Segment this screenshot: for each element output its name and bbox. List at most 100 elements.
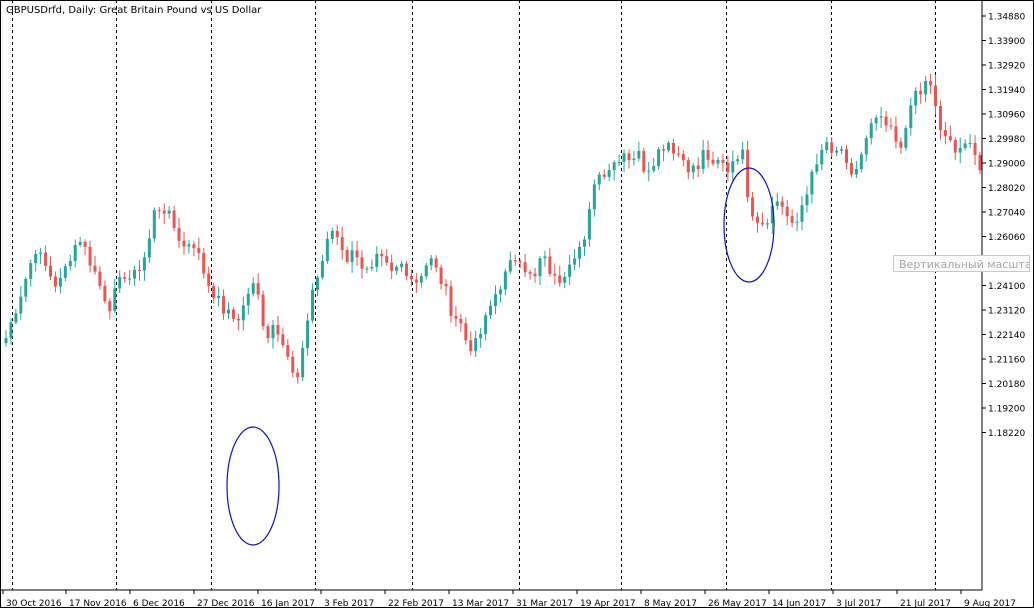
- candle-body: [469, 340, 473, 352]
- candle-body: [879, 116, 883, 118]
- candle-body: [493, 294, 497, 306]
- candle-body: [414, 279, 418, 283]
- candle-body: [686, 160, 690, 173]
- candle-body: [350, 250, 354, 263]
- candle-body: [345, 250, 349, 263]
- y-tick-label: 1.21160: [988, 356, 1025, 366]
- candle-body: [642, 151, 646, 172]
- x-tick-label: 22 Feb 2017: [388, 599, 444, 608]
- candle-body: [306, 320, 310, 349]
- candle-body: [133, 269, 137, 279]
- candle-body: [859, 154, 863, 169]
- candle-body: [830, 142, 834, 153]
- candle-body: [439, 267, 443, 284]
- candle-body: [840, 149, 844, 151]
- candle-body: [800, 205, 804, 222]
- candle-body: [404, 263, 408, 277]
- candle-body: [454, 315, 458, 319]
- candle-body: [533, 273, 537, 277]
- candle-body: [449, 286, 453, 316]
- y-tick-label: 1.31940: [988, 86, 1025, 96]
- candle-body: [212, 285, 216, 298]
- x-tick-label: 13 Mar 2017: [452, 599, 509, 608]
- candle-body: [592, 184, 596, 210]
- candle-body: [538, 258, 542, 277]
- candle-body: [409, 276, 413, 280]
- candle-body: [919, 90, 923, 95]
- candle-body: [671, 142, 675, 154]
- candle-body: [14, 313, 18, 323]
- annotation-layer: [226, 167, 775, 546]
- y-tick-label: 1.19200: [988, 405, 1025, 415]
- candle-body: [58, 277, 62, 287]
- x-tick-label: 8 May 2017: [644, 599, 697, 608]
- candle-body: [53, 276, 57, 287]
- candle-body: [266, 326, 270, 339]
- candle-body: [929, 80, 933, 86]
- annotation-ellipse: [226, 426, 280, 546]
- candle-body: [597, 174, 601, 185]
- candle-body: [667, 142, 671, 151]
- chart-area: 1.34880 1.33900 1.32920 1.31940 1.30960 1.299…: [0, 0, 1034, 609]
- y-tick-label: 1.23120: [988, 307, 1025, 317]
- candle-body: [88, 246, 92, 266]
- candle-body: [578, 246, 582, 259]
- candle-body: [869, 123, 873, 139]
- candle-body: [652, 165, 656, 171]
- x-tick-label: 3 Jul 2017: [836, 599, 881, 608]
- candle-body: [311, 289, 315, 321]
- candle-body: [335, 230, 339, 238]
- candle-body: [202, 252, 206, 274]
- candle-body: [261, 294, 265, 327]
- candle-body: [276, 325, 280, 335]
- x-tick-label: 16 Jan 2017: [261, 599, 315, 608]
- candle-body: [217, 296, 221, 298]
- candle-body: [622, 153, 626, 162]
- candle-body: [756, 216, 760, 223]
- candle-body: [721, 159, 725, 163]
- candle-body: [741, 149, 745, 160]
- x-tick-label: 26 May 2017: [708, 599, 767, 608]
- candle-body: [474, 338, 478, 352]
- candle-body: [330, 230, 334, 239]
- candle-body: [894, 126, 898, 142]
- candle-body: [24, 278, 28, 297]
- candle-body: [587, 209, 591, 240]
- x-tick-label: 9 Aug 2017: [964, 599, 1016, 608]
- candle-body: [434, 258, 438, 268]
- candle-layer: [4, 73, 982, 384]
- candle-body: [513, 260, 517, 262]
- y-tick-label: 1.24100: [988, 282, 1025, 292]
- candle-body: [953, 140, 957, 153]
- x-tick-label: 17 Nov 2016: [69, 599, 127, 608]
- x-tick-label: 30 Oct 2016: [6, 599, 62, 608]
- candle-body: [681, 154, 685, 161]
- candle-body: [874, 117, 878, 124]
- y-tick-label: 1.29980: [988, 135, 1025, 145]
- candle-body: [780, 201, 784, 207]
- candle-body: [845, 149, 849, 164]
- y-tick-label: 1.34880: [988, 13, 1025, 23]
- candle-body: [701, 150, 705, 169]
- candle-body: [167, 210, 171, 214]
- candle-body: [889, 125, 893, 127]
- candle-body: [241, 305, 245, 321]
- candle-body: [128, 278, 132, 280]
- price-axis[interactable]: 1.34880 1.33900 1.32920 1.31940 1.30960 1.299…: [982, 13, 1025, 440]
- time-axis[interactable]: 30 Oct 2016 17 Nov 2016 6 Dec 2016 27 Dec 2…: [2, 590, 1016, 609]
- y-tick-label: 1.20180: [988, 380, 1025, 390]
- candle-body: [637, 151, 641, 159]
- candle-body: [543, 256, 547, 259]
- x-tick-label: 14 Jun 2017: [772, 599, 826, 608]
- candle-body: [320, 260, 324, 278]
- candle-body: [711, 159, 715, 164]
- candle-body: [464, 323, 468, 341]
- candle-body: [573, 258, 577, 265]
- candle-body: [484, 315, 488, 334]
- candle-body: [385, 256, 389, 263]
- candle-body: [736, 159, 740, 162]
- candle-body: [582, 239, 586, 247]
- candle-body: [523, 262, 527, 273]
- candle-body: [29, 263, 33, 279]
- separator-layer: [12, 0, 936, 590]
